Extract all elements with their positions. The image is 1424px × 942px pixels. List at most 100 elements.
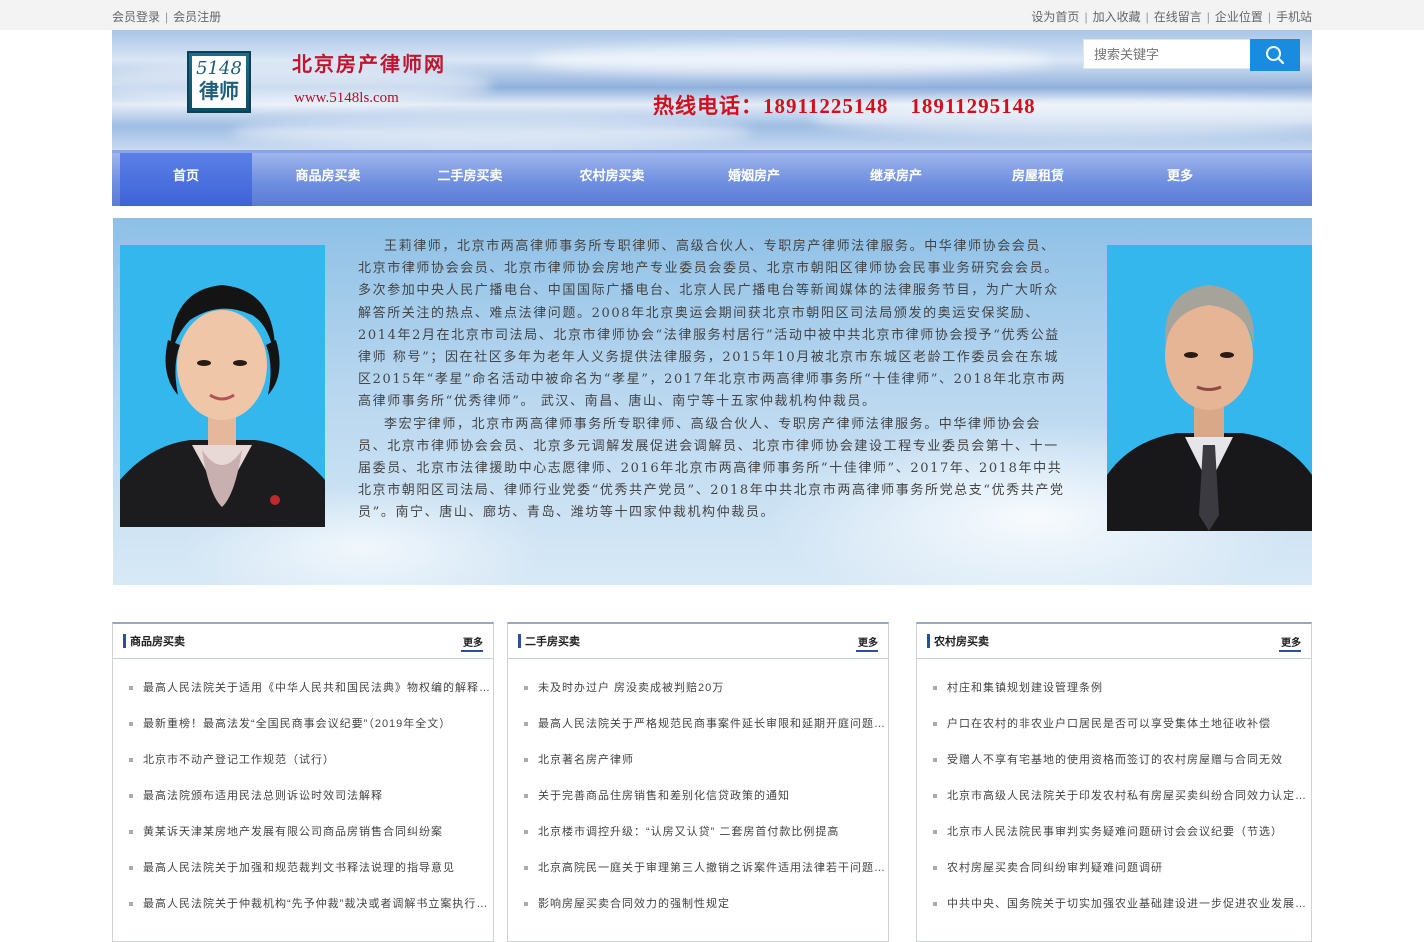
article-link[interactable]: 影响房屋买卖合同效力的强制性规定 [538, 898, 730, 910]
nav-item-commercial-housing[interactable]: 商品房买卖 [262, 153, 394, 206]
online-message-link[interactable]: 在线留言 [1154, 10, 1202, 24]
list-item[interactable]: 中共中央、国务院关于切实加强农业基础建设进一步促进农业发展农民增收的若干意见 [917, 886, 1311, 922]
panel-title: 二手房买卖 [525, 636, 580, 648]
search-input[interactable] [1083, 39, 1256, 69]
logo-inner: 5148 律师 [192, 56, 246, 108]
list-item[interactable]: 北京楼市调控升级：“认房又认贷” 二套房首付款比例提高 [508, 814, 888, 850]
article-link[interactable]: 关于完善商品住房销售和差别化信贷政策的通知 [538, 790, 790, 802]
article-list: 最高人民法院关于适用《中华人民共和国民法典》物权编的解释（一） 最新重榜！最高法… [113, 670, 493, 922]
article-link[interactable]: 黄某诉天津某房地产发展有限公司商品房销售合同纠纷案 [143, 826, 443, 838]
panel-more-link[interactable]: 更多 [1281, 634, 1301, 649]
article-link[interactable]: 最高人民法院关于适用《中华人民共和国民法典》物权编的解释（一） [143, 682, 493, 694]
bullet-icon [524, 794, 528, 798]
list-item[interactable]: 最高人民法院关于严格规范民商事案件延长审限和延期开庭问题的规定 [508, 706, 888, 742]
article-list: 村庄和集镇规划建设管理条例 户口在农村的非农业户口居民是否可以享受集体土地征收补… [917, 670, 1311, 922]
utility-links: 设为首页 | 加入收藏 | 在线留言 | 企业位置 | 手机站 [1031, 8, 1312, 25]
list-item[interactable]: 最新重榜！最高法发“全国民商事会议纪要”（2019年全文） [113, 706, 493, 742]
article-link[interactable]: 北京市不动产登记工作规范（试行） [143, 754, 335, 766]
intro-paragraph-wangli: 王莉律师，北京市两高律师事务所专职律师、高级合伙人、专职房产律师法律服务。中华律… [358, 239, 1067, 410]
article-link[interactable]: 北京高院民一庭关于审理第三人撤销之诉案件适用法律若干问题的解答 [538, 862, 888, 874]
list-item[interactable]: 农村房屋买卖合同纠纷审判疑难问题调研 [917, 850, 1311, 886]
portrait-illustration [120, 245, 325, 527]
list-item[interactable]: 未及时办过户 房没卖成被判赔20万 [508, 670, 888, 706]
bullet-icon [933, 686, 937, 690]
list-item[interactable]: 影响房屋买卖合同效力的强制性规定 [508, 886, 888, 922]
search-button[interactable] [1250, 39, 1300, 71]
portrait-illustration [1107, 245, 1312, 531]
member-login-link[interactable]: 会员登录 [112, 10, 160, 24]
panel-more-link[interactable]: 更多 [463, 634, 483, 649]
article-link[interactable]: 未及时办过户 房没卖成被判赔20万 [538, 682, 724, 694]
intro-paragraph-lihongyu: 李宏宇律师，北京市两高律师事务所专职律师、高级合伙人、专职房产律师法律服务。中华… [358, 416, 1065, 521]
panel-header: 农村房买卖 更多 [917, 624, 1311, 659]
site-title: 北京房产律师网 [292, 52, 446, 76]
member-register-link[interactable]: 会员注册 [173, 10, 221, 24]
panel-rural-housing: 农村房买卖 更多 村庄和集镇规划建设管理条例 户口在农村的非农业户口居民是否可以… [916, 622, 1312, 942]
panel-title-marker [927, 634, 930, 648]
company-location-link[interactable]: 企业位置 [1215, 10, 1263, 24]
bullet-icon [524, 866, 528, 870]
bullet-icon [933, 830, 937, 834]
add-favorite-link[interactable]: 加入收藏 [1093, 10, 1141, 24]
panel-header: 二手房买卖 更多 [508, 624, 888, 659]
cloud-decoration [532, 45, 1052, 75]
list-item[interactable]: 北京著名房产律师 [508, 742, 888, 778]
article-link[interactable]: 户口在农村的非农业户口居民是否可以享受集体土地征收补偿 [947, 718, 1271, 730]
list-item[interactable]: 最高人民法院关于适用《中华人民共和国民法典》物权编的解释（一） [113, 670, 493, 706]
bullet-icon [933, 794, 937, 798]
site-logo[interactable]: 5148 律师 [187, 51, 251, 113]
panel-more-link[interactable]: 更多 [858, 634, 878, 649]
article-link[interactable]: 最高人民法院关于加强和规范裁判文书释法说理的指导意见 [143, 862, 455, 874]
nav-item-inheritance-property[interactable]: 继承房产 [830, 153, 962, 206]
article-link[interactable]: 最新重榜！最高法发“全国民商事会议纪要”（2019年全文） [143, 718, 451, 730]
list-item[interactable]: 北京市不动产登记工作规范（试行） [113, 742, 493, 778]
panel-title: 商品房买卖 [130, 636, 185, 648]
nav-item-more[interactable]: 更多 [1114, 153, 1246, 206]
article-link[interactable]: 最高法院颁布适用民法总则诉讼时效司法解释 [143, 790, 383, 802]
article-link[interactable]: 农村房屋买卖合同纠纷审判疑难问题调研 [947, 862, 1163, 874]
panel-header: 商品房买卖 更多 [113, 624, 493, 659]
nav-item-rural-housing[interactable]: 农村房买卖 [546, 153, 678, 206]
nav-item-second-hand-housing[interactable]: 二手房买卖 [404, 153, 536, 206]
list-item[interactable]: 最高法院颁布适用民法总则诉讼时效司法解释 [113, 778, 493, 814]
top-bar: 会员登录 | 会员注册 设为首页 | 加入收藏 | 在线留言 | 企业位置 | 手机站 [0, 0, 1424, 30]
bullet-icon [524, 830, 528, 834]
nav-item-house-rental[interactable]: 房屋租赁 [972, 153, 1104, 206]
nav-item-home[interactable]: 首页 [120, 153, 252, 206]
list-item[interactable]: 北京市高级人民法院关于印发农村私有房屋买卖纠纷合同效力认定及处理原则研讨会会议纪… [917, 778, 1311, 814]
list-item[interactable]: 最高人民法院关于仲裁机构“先予仲裁”裁决或者调解书立案执行的批复 [113, 886, 493, 922]
panel-title-marker [518, 634, 521, 648]
list-item[interactable]: 最高人民法院关于加强和规范裁判文书释法说理的指导意见 [113, 850, 493, 886]
hotline-text: 热线电话：18911225148 18911295148 [653, 94, 1036, 118]
article-link[interactable]: 最高人民法院关于严格规范民商事案件延长审限和延期开庭问题的规定 [538, 718, 888, 730]
article-link[interactable]: 北京楼市调控升级：“认房又认贷” 二套房首付款比例提高 [538, 826, 839, 838]
bullet-icon [524, 722, 528, 726]
bullet-icon [129, 830, 133, 834]
nav-item-marriage-property[interactable]: 婚姻房产 [688, 153, 820, 206]
panel-more-underline [461, 650, 483, 652]
list-item[interactable]: 受赠人不享有宅基地的使用资格而签订的农村房屋赠与合同无效 [917, 742, 1311, 778]
panel-more-underline [856, 650, 878, 652]
list-item[interactable]: 关于完善商品住房销售和差别化信贷政策的通知 [508, 778, 888, 814]
lawyer-intro-banner: 王莉律师，北京市两高律师事务所专职律师、高级合伙人、专职房产律师法律服务。中华律… [113, 218, 1312, 585]
list-item[interactable]: 北京市人民法院民事审判实务疑难问题研讨会会议纪要（节选） [917, 814, 1311, 850]
article-link[interactable]: 北京著名房产律师 [538, 754, 634, 766]
article-link[interactable]: 中共中央、国务院关于切实加强农业基础建设进一步促进农业发展农民增收的若干意见 [947, 898, 1311, 910]
article-link[interactable]: 北京市高级人民法院关于印发农村私有房屋买卖纠纷合同效力认定及处理原则研讨会会议纪… [947, 790, 1311, 802]
divider: | [165, 10, 169, 24]
list-item[interactable]: 黄某诉天津某房地产发展有限公司商品房销售合同纠纷案 [113, 814, 493, 850]
set-homepage-link[interactable]: 设为首页 [1031, 10, 1079, 24]
cloud-decoration [232, 118, 752, 146]
mobile-site-link[interactable]: 手机站 [1276, 10, 1312, 24]
bullet-icon [129, 794, 133, 798]
article-link[interactable]: 北京市人民法院民事审判实务疑难问题研讨会会议纪要（节选） [947, 826, 1283, 838]
panel-commercial-housing: 商品房买卖 更多 最高人民法院关于适用《中华人民共和国民法典》物权编的解释（一）… [112, 622, 494, 942]
article-link[interactable]: 受赠人不享有宅基地的使用资格而签订的农村房屋赠与合同无效 [947, 754, 1283, 766]
article-link[interactable]: 最高人民法院关于仲裁机构“先予仲裁”裁决或者调解书立案执行的批复 [143, 898, 493, 910]
list-item[interactable]: 北京高院民一庭关于审理第三人撤销之诉案件适用法律若干问题的解答 [508, 850, 888, 886]
list-item[interactable]: 村庄和集镇规划建设管理条例 [917, 670, 1311, 706]
lawyer-photo-wangli [120, 245, 325, 527]
search-box [1083, 39, 1301, 71]
list-item[interactable]: 户口在农村的非农业户口居民是否可以享受集体土地征收补偿 [917, 706, 1311, 742]
article-link[interactable]: 村庄和集镇规划建设管理条例 [947, 682, 1103, 694]
